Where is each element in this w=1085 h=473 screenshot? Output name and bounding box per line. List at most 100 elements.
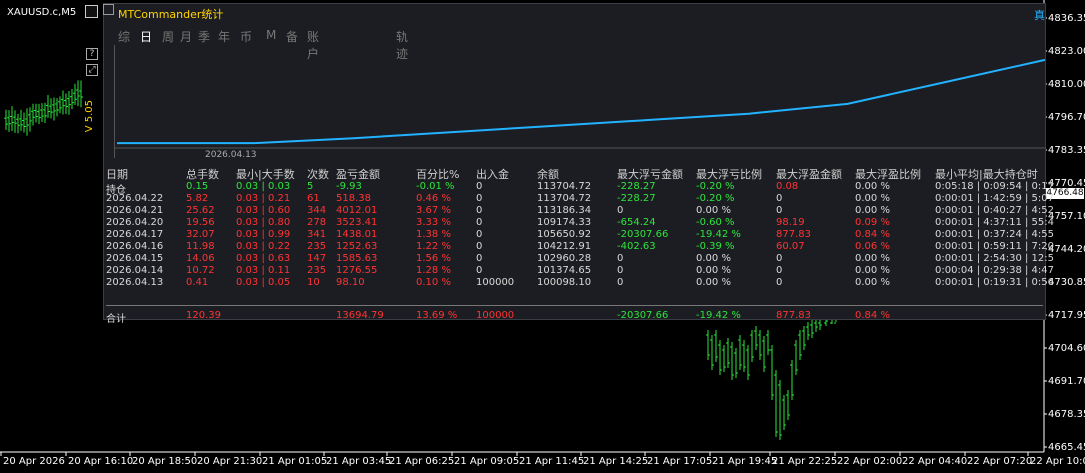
- price-tick: 4823.00: [1048, 46, 1085, 57]
- cell-6: 3.67 %: [416, 205, 451, 216]
- candle: [70, 88, 74, 110]
- tab-8[interactable]: M: [266, 28, 276, 42]
- cell-7: 100000: [476, 310, 515, 321]
- candle: [714, 330, 718, 362]
- cell-8: 109174.33: [537, 217, 592, 228]
- cell-1: 日期: [106, 168, 128, 181]
- tab-4[interactable]: 月: [180, 28, 192, 45]
- tab-3[interactable]: 周: [162, 28, 174, 45]
- table-row: 2026.04.13 0.41 0.03 | 0.05 10 98.10 0.10 % 10…: [104, 277, 1054, 289]
- corner-label: 真: [1034, 9, 1045, 22]
- candle: [40, 103, 44, 122]
- panel-toggle-icon[interactable]: [103, 4, 114, 15]
- cell-9: 0: [617, 277, 624, 288]
- cell-13: 0:05:18 | 0:09:54 | 0:17: [935, 181, 1055, 192]
- cell-13: 0:00:01 | 0:40:27 | 4:52: [935, 205, 1055, 216]
- cell-5: 4012.01: [336, 205, 378, 216]
- tab-9[interactable]: 备: [286, 28, 298, 45]
- cell-2: 11.98: [186, 241, 215, 252]
- candle: [730, 342, 734, 380]
- candle: [750, 330, 754, 362]
- table-row: 2026.04.15 14.06 0.03 | 0.63 147 1585.63 1.56…: [104, 253, 1054, 265]
- cell-7: 0: [476, 253, 483, 264]
- cell-11: 877.83: [776, 229, 811, 240]
- cell-5: 3523.41: [336, 217, 378, 228]
- candle: [718, 340, 722, 375]
- help-icon[interactable]: ?: [86, 48, 98, 60]
- table-header: 日期 总手数 最小|大手数 次数 盈亏金额 百分比% 出入金 余额 最大浮亏金额 最大浮亏比例 最大…: [104, 166, 1045, 181]
- cell-2: 120.39: [186, 310, 221, 321]
- cell-6: 1.56 %: [416, 253, 451, 264]
- cell-13: 0:00:01 | 0:37:24 | 4:55: [935, 229, 1055, 240]
- cell-8: 余额: [537, 168, 559, 181]
- tab-2[interactable]: 日: [140, 28, 152, 45]
- cell-3: 最小|大手数: [236, 168, 295, 181]
- cell-10: 0.00 %: [696, 277, 731, 288]
- cell-4: 278: [307, 217, 327, 228]
- cell-12: 0.00 %: [855, 205, 890, 216]
- cell-9: 0: [617, 265, 624, 276]
- candle: [734, 348, 738, 378]
- price-tick: 4665.45: [1048, 442, 1085, 453]
- candle: [722, 345, 726, 372]
- candle: [810, 320, 814, 338]
- cell-9: 0: [617, 205, 624, 216]
- cell-8: 101374.65: [537, 265, 592, 276]
- candle: [806, 322, 810, 340]
- time-tick: 20 Apr 2026: [3, 456, 65, 467]
- cell-7: 100000: [476, 277, 515, 288]
- tab-7[interactable]: 币: [240, 28, 252, 45]
- cell-11: 98.19: [776, 217, 805, 228]
- tab-5[interactable]: 季: [198, 28, 210, 45]
- cell-5: 盈亏金额: [336, 168, 380, 181]
- candle: [61, 90, 65, 115]
- cell-8: 113186.34: [537, 205, 592, 216]
- cell-11: 0: [776, 265, 783, 276]
- cell-12: 0.00 %: [855, 181, 890, 192]
- tab-1[interactable]: 综: [118, 28, 130, 45]
- cell-12: 最大浮盈比例: [855, 168, 921, 181]
- cell-9: 最大浮亏金额: [617, 168, 683, 181]
- cell-3: 0.03 | 0.80: [236, 217, 291, 228]
- candle: [22, 112, 26, 133]
- cell-6: 0.10 %: [416, 277, 451, 288]
- cell-5: -9.93: [336, 181, 362, 192]
- cell-3: 0.03 | 0.63: [236, 253, 291, 264]
- price-tick: 4796.70: [1048, 112, 1085, 123]
- cell-4: 235: [307, 265, 327, 276]
- cell-2: 5.82: [186, 193, 209, 204]
- cell-7: 0: [476, 205, 483, 216]
- cell-4: 344: [307, 205, 327, 216]
- time-tick: 22 Apr 04:40: [902, 456, 967, 467]
- candle: [754, 326, 758, 350]
- time-tick: 21 Apr 09:05: [454, 456, 519, 467]
- table-total: 合计 120.39 13694.79 13.69 % 100000 -20307.66 -1…: [104, 310, 1045, 325]
- cell-6: -0.01 %: [416, 181, 455, 192]
- time-tick: 22 Apr 02:00: [837, 456, 902, 467]
- cell-2: 0.41: [186, 277, 209, 288]
- cell-4: 61: [307, 193, 320, 204]
- cell-7: 0: [476, 181, 483, 192]
- one-click-trading-icon[interactable]: [85, 5, 98, 18]
- candle: [742, 340, 746, 372]
- candle: [798, 330, 802, 360]
- mtcommander-stats-panel[interactable]: MTCommander统计 真 综日周月季年币 M 备账户 轨迹 2026.04.13…: [103, 3, 1054, 325]
- cell-8: 105650.92: [537, 229, 592, 240]
- candle: [55, 98, 59, 117]
- tab-6[interactable]: 年: [218, 28, 230, 45]
- expand-icon[interactable]: ⤢: [86, 64, 98, 76]
- cell-9: -228.27: [617, 193, 656, 204]
- time-tick: 21 Apr 03:45: [326, 456, 391, 467]
- cell-11: 0.08: [776, 181, 799, 192]
- cell-10: -0.60 %: [696, 217, 735, 228]
- candle: [770, 345, 774, 400]
- table-row: 2026.04.21 25.62 0.03 | 0.60 344 4012.01 3.67…: [104, 205, 1054, 217]
- price-tick: 4704.60: [1048, 343, 1085, 354]
- candle: [802, 326, 806, 350]
- price-tick: 4836.35: [1048, 13, 1085, 24]
- candle: [52, 97, 56, 121]
- candle: [786, 390, 790, 420]
- cell-8: 113704.72: [537, 193, 592, 204]
- symbol-label: XAUUSD.c,M5: [7, 7, 77, 18]
- candle: [778, 380, 782, 440]
